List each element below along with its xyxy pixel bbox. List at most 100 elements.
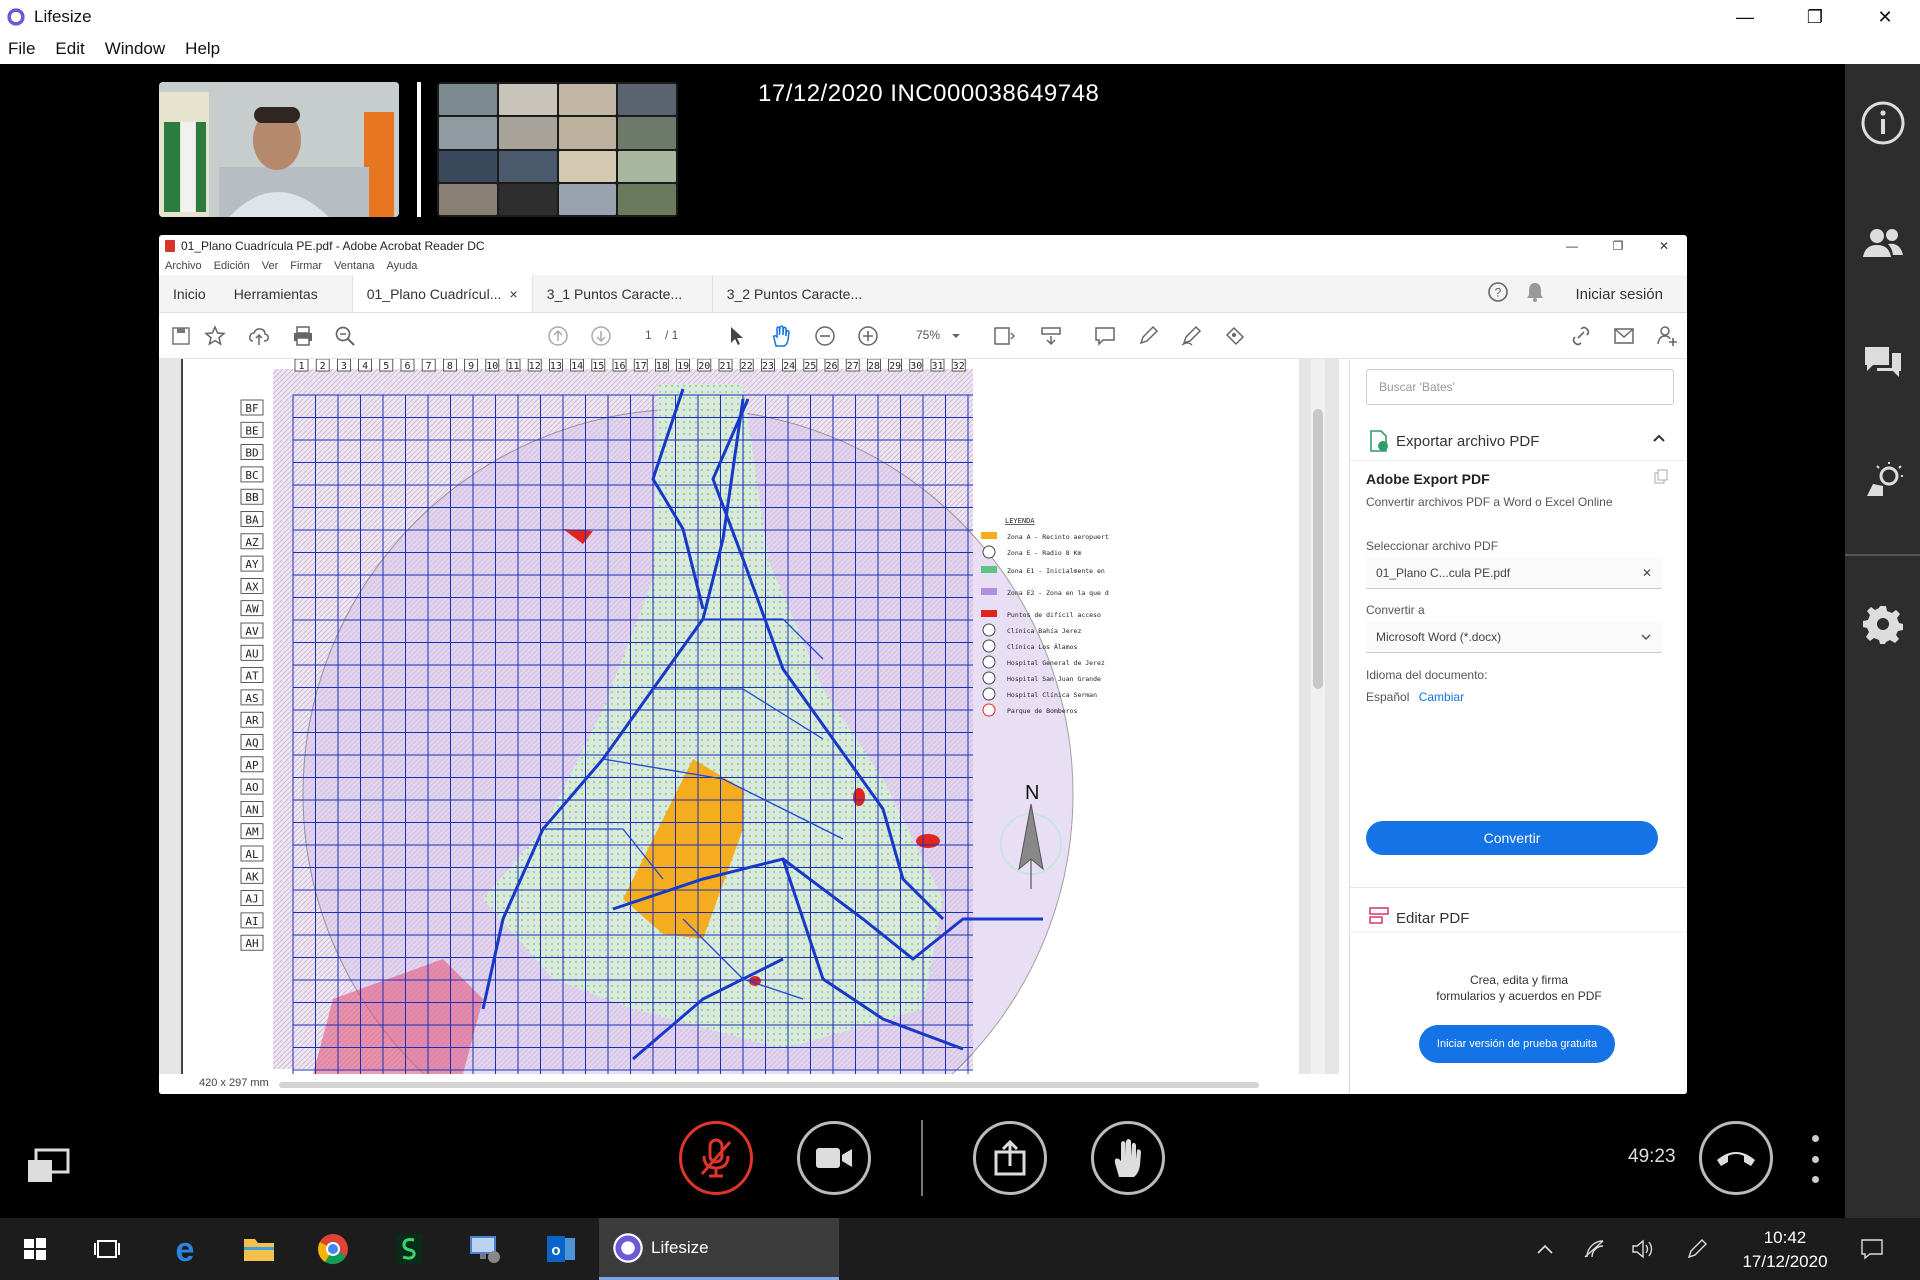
selected-file-field[interactable]: 01_Plano C...cula PE.pdf ✕: [1366, 557, 1662, 589]
self-video-thumbnail[interactable]: [159, 82, 399, 217]
restore-button[interactable]: ❐: [1780, 0, 1850, 34]
start-trial-button[interactable]: Iniciar versión de prueba gratuita: [1419, 1025, 1615, 1063]
copy-icon[interactable]: [1653, 469, 1669, 488]
page-down-icon[interactable]: [589, 324, 613, 348]
settings-button[interactable]: [1845, 589, 1920, 659]
zoom-out-icon[interactable]: [813, 324, 837, 348]
save-icon[interactable]: [169, 324, 193, 348]
close-button[interactable]: ✕: [1850, 0, 1920, 34]
green-app-icon[interactable]: [374, 1218, 444, 1280]
notification-bell-icon[interactable]: [1525, 281, 1545, 307]
print-icon[interactable]: [291, 324, 315, 348]
hand-lightbulb-icon: [1866, 462, 1903, 496]
document-horizontal-scrollbar[interactable]: [279, 1082, 1259, 1088]
system-clock[interactable]: 10:42 17/12/2020: [1730, 1226, 1840, 1274]
grid-column-label: 17: [635, 361, 647, 372]
share-link-icon[interactable]: [1569, 324, 1593, 348]
grid-row-label: AZ: [245, 536, 259, 549]
tab-close-icon[interactable]: ×: [510, 286, 518, 302]
raise-hand-button[interactable]: [1091, 1121, 1165, 1195]
hang-up-button[interactable]: [1699, 1121, 1773, 1195]
cloud-upload-icon[interactable]: [247, 324, 271, 348]
clear-file-icon[interactable]: ✕: [1642, 566, 1652, 580]
bates-search-input[interactable]: Buscar 'Bates': [1366, 369, 1674, 405]
edit-pdf-header[interactable]: Editar PDF: [1350, 904, 1687, 934]
mute-microphone-button[interactable]: [679, 1121, 753, 1195]
pen-ink-icon[interactable]: [1680, 1218, 1714, 1280]
tab-doc-plano[interactable]: 01_Plano Cuadrícul... ×: [351, 275, 532, 312]
acrobat-restore-button[interactable]: ❐: [1595, 235, 1641, 257]
chat-button[interactable]: [1845, 327, 1920, 397]
email-icon[interactable]: [1612, 324, 1636, 348]
network-wifi-icon[interactable]: [1578, 1218, 1612, 1280]
scroll-mode-icon[interactable]: [1039, 324, 1063, 348]
stamp-icon[interactable]: [1223, 324, 1247, 348]
fit-page-icon[interactable]: [993, 324, 1017, 348]
page-up-icon[interactable]: [546, 324, 570, 348]
layout-toggle-button[interactable]: [26, 1148, 70, 1184]
zoom-level-select[interactable]: 75%: [916, 328, 940, 342]
show-hidden-icons-chevron-icon[interactable]: [1530, 1218, 1560, 1280]
chevron-up-icon[interactable]: [1652, 431, 1666, 446]
zoom-search-icon[interactable]: [333, 324, 357, 348]
participants-button[interactable]: [1845, 208, 1920, 278]
export-pdf-header[interactable]: Exportar archivo PDF: [1350, 421, 1687, 461]
bookmark-star-icon[interactable]: [203, 324, 227, 348]
tab-inicio[interactable]: Inicio: [159, 275, 220, 312]
action-center-icon[interactable]: [1852, 1218, 1892, 1280]
highlight-pen-icon[interactable]: [1136, 324, 1160, 348]
camera-button[interactable]: [797, 1121, 871, 1195]
taskbar-lifesize-app[interactable]: Lifesize: [599, 1218, 839, 1280]
acrobat-menu-ayuda[interactable]: Ayuda: [386, 260, 417, 272]
volume-icon[interactable]: [1626, 1218, 1660, 1280]
menu-file[interactable]: File: [8, 39, 35, 59]
add-user-icon[interactable]: [1655, 324, 1679, 348]
acrobat-menu-ver[interactable]: Ver: [262, 260, 279, 272]
tab-herramientas[interactable]: Herramientas: [220, 275, 332, 312]
share-screen-button[interactable]: [973, 1121, 1047, 1195]
sign-pen-icon[interactable]: [1179, 324, 1203, 348]
more-options-button[interactable]: [1805, 1135, 1825, 1183]
tab-doc-puntos-2-label: 3_2 Puntos Caracte...: [726, 285, 863, 302]
chrome-browser-icon[interactable]: [298, 1218, 368, 1280]
minimize-button[interactable]: —: [1710, 0, 1780, 34]
acrobat-close-button[interactable]: ✕: [1641, 235, 1687, 257]
page-current-input[interactable]: 1: [645, 328, 652, 342]
acrobat-menu-edicion[interactable]: Edición: [214, 260, 250, 272]
document-vertical-scrollbar[interactable]: [1311, 359, 1325, 1074]
tab-doc-plano-label: 01_Plano Cuadrícul...: [366, 285, 502, 302]
doc-language-row: Español Cambiar: [1366, 690, 1464, 704]
acrobat-menu-ventana[interactable]: Ventana: [334, 260, 374, 272]
grid-row-label: AS: [245, 692, 258, 705]
windows-start-icon[interactable]: [0, 1218, 70, 1280]
acrobat-menu-archivo[interactable]: Archivo: [165, 260, 202, 272]
convert-button[interactable]: Convertir: [1366, 821, 1658, 855]
acrobat-minimize-button[interactable]: —: [1549, 235, 1595, 257]
gallery-video-thumbnail[interactable]: [437, 82, 678, 217]
menu-edit[interactable]: Edit: [55, 39, 84, 59]
zoom-in-icon[interactable]: [856, 324, 880, 348]
hand-tool-icon[interactable]: [769, 324, 793, 348]
acrobat-menu-firmar[interactable]: Firmar: [290, 260, 322, 272]
tab-doc-puntos-2[interactable]: 3_2 Puntos Caracte...: [711, 275, 892, 312]
edge-browser-icon[interactable]: e: [150, 1218, 220, 1280]
select-cursor-icon[interactable]: [725, 324, 749, 348]
change-language-link[interactable]: Cambiar: [1419, 690, 1464, 704]
signin-link[interactable]: Iniciar sesión: [1575, 286, 1663, 303]
convert-format-select[interactable]: Microsoft Word (*.docx): [1366, 621, 1662, 653]
settings-effects-button[interactable]: [1845, 447, 1920, 517]
outlook-icon[interactable]: o: [526, 1218, 596, 1280]
zoom-dropdown-icon[interactable]: [949, 324, 963, 348]
document-view[interactable]: 1 2 3 4 5 6 7 8 9 10 11 12 13 14 15 16 17 18 19 20 21 22 23 24 2…: [159, 359, 1339, 1094]
remote-desktop-icon[interactable]: [450, 1218, 520, 1280]
tab-doc-puntos-1[interactable]: 3_1 Puntos Caracte...: [531, 275, 712, 312]
menu-help[interactable]: Help: [185, 39, 220, 59]
windows-taskbar: e o Lifesize 10:42 17/12/2020: [0, 1218, 1920, 1280]
info-button[interactable]: [1845, 88, 1920, 158]
help-icon[interactable]: ?: [1487, 281, 1509, 307]
menu-window[interactable]: Window: [105, 39, 165, 59]
task-view-icon[interactable]: [72, 1218, 142, 1280]
participants-icon: [1862, 229, 1903, 257]
file-explorer-icon[interactable]: [224, 1218, 294, 1280]
comment-icon[interactable]: [1093, 324, 1117, 348]
